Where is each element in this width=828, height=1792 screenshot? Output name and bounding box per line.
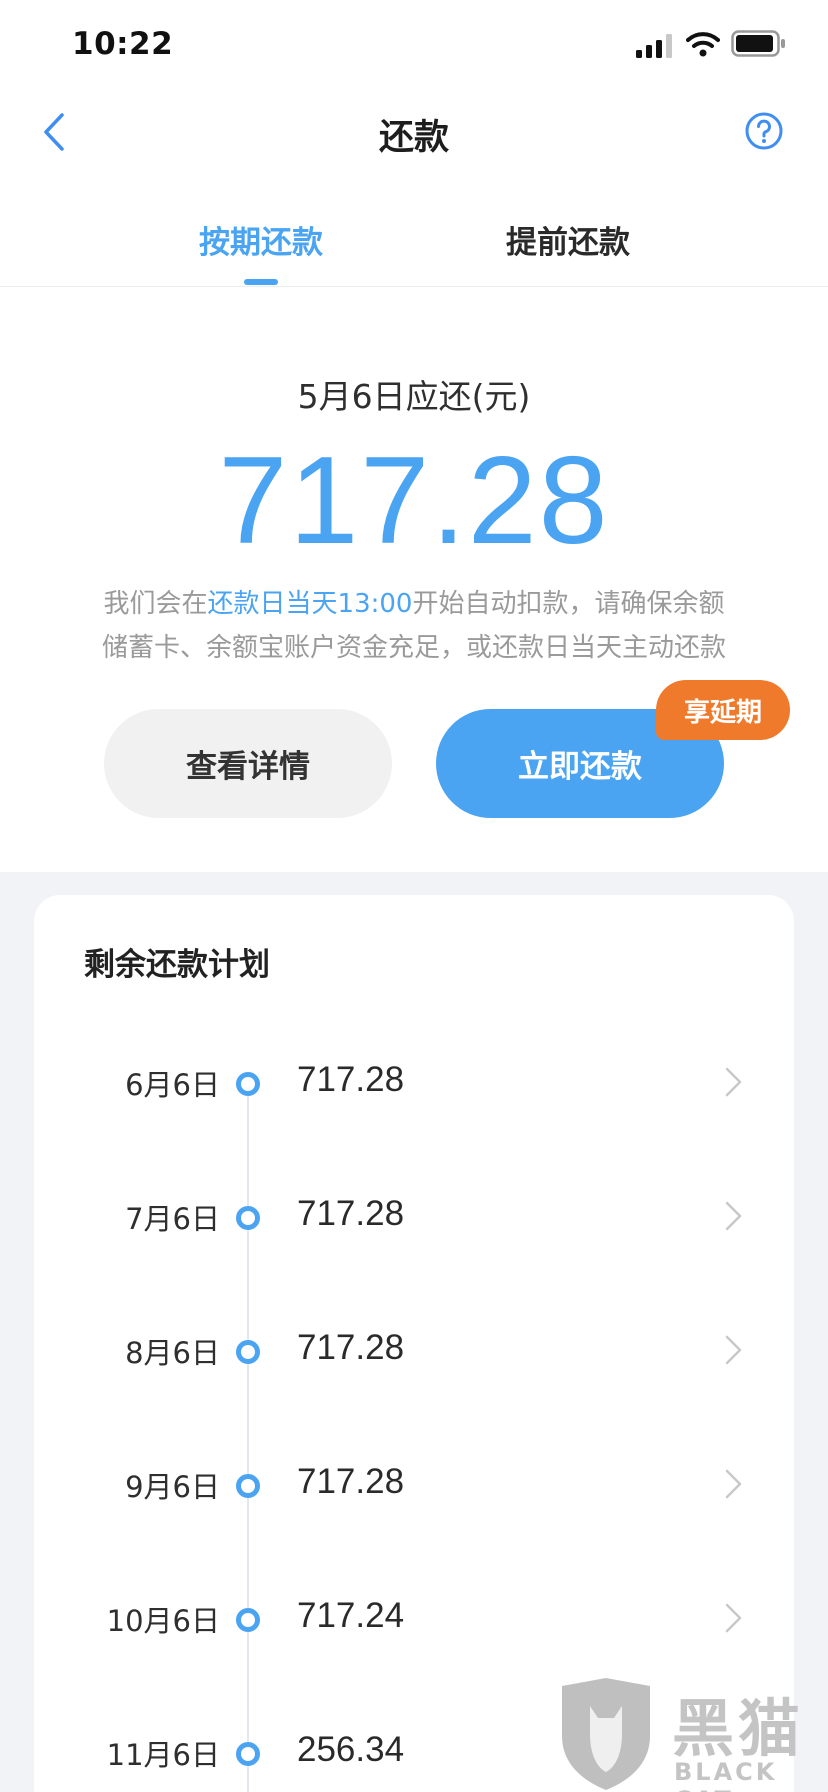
plan-row-amount: 717.24 [297,1596,405,1635]
status-bar: 10:22 [0,0,828,90]
black-cat-watermark: 黑猫 BLACK CAT [556,1676,828,1792]
plan-row-date: 10月6日 [106,1604,220,1638]
chevron-right-icon [725,1603,742,1633]
timeline-dot [236,1340,260,1364]
chevron-right-icon [725,1335,742,1365]
due-amount: 717.28 [218,432,610,570]
nav-bar: 还款 [0,90,828,174]
chevron-right-icon [725,1201,742,1231]
status-time: 10:22 [72,26,174,62]
due-date-label: 5月6日应还(元) [297,377,531,416]
plan-row[interactable]: 8月6日 717.28 [34,1296,794,1406]
plan-row-date: 7月6日 [125,1202,220,1236]
auto-debit-notice: 我们会在还款日当天13:00开始自动扣款，请确保余额 储蓄卡、余额宝账户资金充足… [0,582,828,670]
notice-highlight: 还款日当天13:00 [207,589,413,619]
plan-row-amount: 717.28 [297,1328,405,1367]
watermark-text-cn: 黑猫 [672,1692,805,1765]
plan-row-amount: 717.28 [297,1060,405,1099]
plan-row-date: 9月6日 [125,1470,220,1504]
plan-row-date: 6月6日 [125,1068,220,1102]
tab-early-repayment[interactable]: 提前还款 [506,217,630,262]
chevron-right-icon [725,1469,742,1499]
remaining-plan-card: 剩余还款计划 6月6日 717.28 7月6日 717.28 8月6日 717.… [34,895,794,1792]
cat-shield-logo-icon [562,1678,650,1790]
active-tab-indicator [244,279,278,285]
chevron-right-icon [725,1067,742,1097]
notice-text-2: 开始自动扣款，请确保余额 [412,589,725,619]
plan-row[interactable]: 9月6日 717.28 [34,1430,794,1540]
timeline-dot [236,1608,260,1632]
timeline-dot [236,1206,260,1230]
page-title: 还款 [378,118,449,158]
wifi-icon [686,32,720,57]
view-details-button[interactable]: 查看详情 [104,709,392,818]
timeline-dot [236,1742,260,1766]
top-area: 10:22 还款 按期还款 提前还款 5月6日应还(元) 717.28 我们会在… [0,0,828,872]
timeline-dot [236,1072,260,1096]
cellular-signal-icon [636,34,672,58]
battery-icon [731,30,785,57]
notice-text-1: 我们会在 [103,589,208,619]
plan-row-date: 8月6日 [125,1336,220,1370]
plan-row[interactable]: 6月6日 717.28 [34,1028,794,1138]
plan-row-amount: 256.34 [297,1730,405,1769]
plan-row-amount: 717.28 [297,1462,405,1501]
deferral-badge: 享延期 [656,680,790,740]
help-icon[interactable] [744,111,784,151]
notice-line-2: 储蓄卡、余额宝账户资金充足，或还款日当天主动还款 [101,633,726,663]
plan-row[interactable]: 7月6日 717.28 [34,1162,794,1272]
tab-scheduled-repayment[interactable]: 按期还款 [199,217,323,262]
timeline-dot [236,1474,260,1498]
repayment-tabs: 按期还款 提前还款 [0,205,828,287]
watermark-text-en: BLACK CAT [674,1758,778,1792]
plan-row[interactable]: 10月6日 717.24 [34,1564,794,1674]
notice-line-1: 我们会在还款日当天13:00开始自动扣款，请确保余额 [0,582,828,626]
plan-row-amount: 717.28 [297,1194,405,1233]
plan-row-date: 11月6日 [106,1738,220,1772]
plan-title: 剩余还款计划 [84,947,270,983]
